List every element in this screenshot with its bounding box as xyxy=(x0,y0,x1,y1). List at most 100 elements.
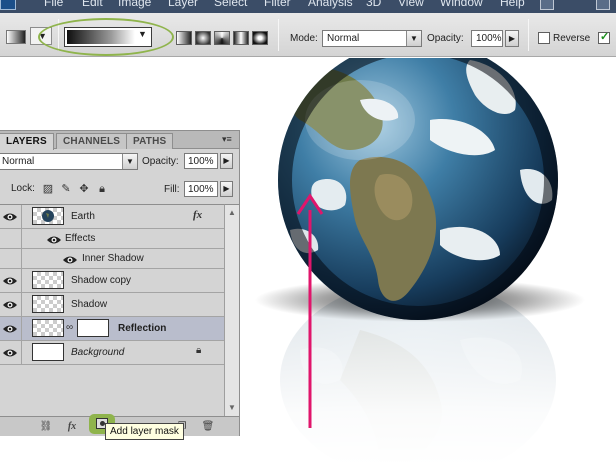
menu-filter[interactable]: Filter xyxy=(264,0,291,9)
angle-gradient-icon[interactable] xyxy=(214,31,230,45)
radial-gradient-icon[interactable] xyxy=(195,31,211,45)
lock-label: Lock: xyxy=(11,183,35,194)
layer-opacity-slider-button[interactable]: ▶ xyxy=(220,153,233,169)
layer-name[interactable]: Shadow copy xyxy=(71,275,131,286)
layer-row-background[interactable]: Background 🔒︎ xyxy=(0,341,224,365)
layer-row-shadow-copy[interactable]: Shadow copy xyxy=(0,269,224,293)
diamond-gradient-icon[interactable] xyxy=(252,31,268,45)
layer-thumbnail[interactable] xyxy=(32,295,64,313)
menu-file[interactable]: File xyxy=(44,0,63,9)
chevron-down-icon[interactable]: ▼ xyxy=(122,154,137,169)
menu-window[interactable]: Window xyxy=(440,0,483,9)
layer-row-earth[interactable]: Earth fx xyxy=(0,205,224,229)
layer-name[interactable]: Reflection xyxy=(118,323,166,334)
fill-input[interactable]: 100% xyxy=(184,181,218,197)
screen-mode-icon[interactable] xyxy=(540,0,554,10)
menu-image[interactable]: Image xyxy=(118,0,151,9)
layers-scrollbar[interactable]: ▲ ▼ xyxy=(224,204,239,416)
menu-select[interactable]: Select xyxy=(214,0,247,9)
add-layer-style-icon[interactable]: fx xyxy=(64,420,80,434)
photoshop-logo-icon xyxy=(0,0,16,10)
layers-list: Earth fx Effects Inner Shadow Shadow cop… xyxy=(0,204,224,416)
blend-mode-select[interactable]: Normal ▼ xyxy=(0,153,138,170)
tab-channels[interactable]: CHANNELS xyxy=(56,133,128,149)
reverse-label: Reverse xyxy=(553,33,591,44)
separator xyxy=(278,19,279,51)
layer-effects-row[interactable]: Effects xyxy=(0,229,224,249)
dither-checkbox[interactable] xyxy=(598,30,610,44)
fill-label: Fill: xyxy=(164,184,180,195)
visibility-column xyxy=(0,229,22,248)
layer-name[interactable]: Earth xyxy=(71,211,95,222)
lock-image-icon[interactable]: ✎ xyxy=(60,183,72,195)
layer-thumbnail[interactable] xyxy=(32,319,64,337)
linear-gradient-icon[interactable] xyxy=(176,31,192,45)
mask-link-icon[interactable]: ∞ xyxy=(66,322,73,333)
tool-preset-picker[interactable]: ▼ xyxy=(30,27,52,45)
visibility-column xyxy=(0,249,22,268)
eye-icon[interactable] xyxy=(2,210,18,224)
layer-thumbnail[interactable] xyxy=(32,343,64,361)
scroll-up-icon[interactable]: ▲ xyxy=(226,207,238,219)
eye-icon[interactable] xyxy=(2,274,18,288)
lock-transparency-icon[interactable]: ▨ xyxy=(42,183,54,195)
fill-slider-button[interactable]: ▶ xyxy=(220,181,233,197)
gradient-tool-icon[interactable] xyxy=(6,30,26,44)
reverse-checkbox[interactable] xyxy=(538,32,550,44)
menu-view[interactable]: View xyxy=(398,0,424,9)
earth-thumbnail-icon xyxy=(42,210,54,222)
chevron-down-icon: ▼ xyxy=(38,31,47,41)
separator xyxy=(528,19,529,51)
eye-icon[interactable] xyxy=(2,298,18,312)
menu-edit[interactable]: Edit xyxy=(82,0,103,9)
menu-layer[interactable]: Layer xyxy=(168,0,198,9)
tab-paths[interactable]: PATHS xyxy=(126,133,174,149)
opacity-slider-button[interactable]: ▶ xyxy=(505,30,519,47)
earth-globe xyxy=(278,58,558,320)
layer-thumbnail[interactable] xyxy=(32,207,64,225)
layer-thumbnail[interactable] xyxy=(32,271,64,289)
layer-opacity-label: Opacity: xyxy=(142,156,179,167)
options-bar: ▼ ▼ Mode: Normal ▼ Opacity: 100% ▶ Rever… xyxy=(0,13,616,57)
reflected-gradient-icon[interactable] xyxy=(233,31,249,45)
mode-select[interactable]: Normal ▼ xyxy=(322,30,422,47)
menu-help[interactable]: Help xyxy=(500,0,525,9)
opacity-label: Opacity: xyxy=(427,33,464,44)
layer-name[interactable]: Background xyxy=(71,347,124,358)
chevron-down-icon[interactable]: ▼ xyxy=(406,31,421,46)
effect-row-inner-shadow[interactable]: Inner Shadow xyxy=(0,249,224,269)
layer-mask-thumbnail[interactable] xyxy=(77,319,109,337)
blend-mode-value: Normal xyxy=(2,156,35,167)
eye-icon[interactable] xyxy=(2,346,18,360)
separator xyxy=(58,19,59,51)
menu-analysis[interactable]: Analysis xyxy=(308,0,353,9)
layer-name[interactable]: Shadow xyxy=(71,299,107,310)
eye-icon[interactable] xyxy=(46,233,62,247)
panel-tabs: LAYERS CHANNELS PATHS ▾≡ xyxy=(0,131,239,150)
gradient-swatch[interactable] xyxy=(67,30,135,44)
layer-effects-icon[interactable]: fx xyxy=(193,209,202,221)
layer-row-reflection[interactable]: ∞ Reflection xyxy=(0,317,224,341)
tooltip: Add layer mask xyxy=(105,423,184,440)
gradient-picker[interactable]: ▼ xyxy=(64,27,152,47)
menu-3d[interactable]: 3D xyxy=(366,0,381,9)
lock-position-icon[interactable]: ✥ xyxy=(78,183,90,195)
eye-icon[interactable] xyxy=(2,322,18,336)
lock-icon: 🔒︎ xyxy=(196,345,202,356)
photoshop-window: File Edit Image Layer Select Filter Anal… xyxy=(0,0,616,466)
layer-row-shadow[interactable]: Shadow xyxy=(0,293,224,317)
menu-bar: File Edit Image Layer Select Filter Anal… xyxy=(0,0,616,13)
opacity-input[interactable]: 100% xyxy=(471,30,503,47)
effect-name: Inner Shadow xyxy=(82,253,144,264)
eye-icon[interactable] xyxy=(62,253,78,267)
layer-opacity-input[interactable]: 100% xyxy=(184,153,218,169)
delete-layer-icon[interactable]: 🗑︎ xyxy=(200,420,216,434)
tab-layers[interactable]: LAYERS xyxy=(0,133,54,150)
scroll-down-icon[interactable]: ▼ xyxy=(226,402,238,414)
chevron-down-icon[interactable]: ▼ xyxy=(138,29,147,39)
panel-menu-icon[interactable]: ▾≡ xyxy=(222,134,236,146)
workspace-icon[interactable] xyxy=(596,0,610,10)
lock-all-icon[interactable]: 🔒︎ xyxy=(96,183,108,195)
effects-label: Effects xyxy=(65,233,96,244)
link-layers-icon[interactable]: ⛓ xyxy=(38,420,54,434)
